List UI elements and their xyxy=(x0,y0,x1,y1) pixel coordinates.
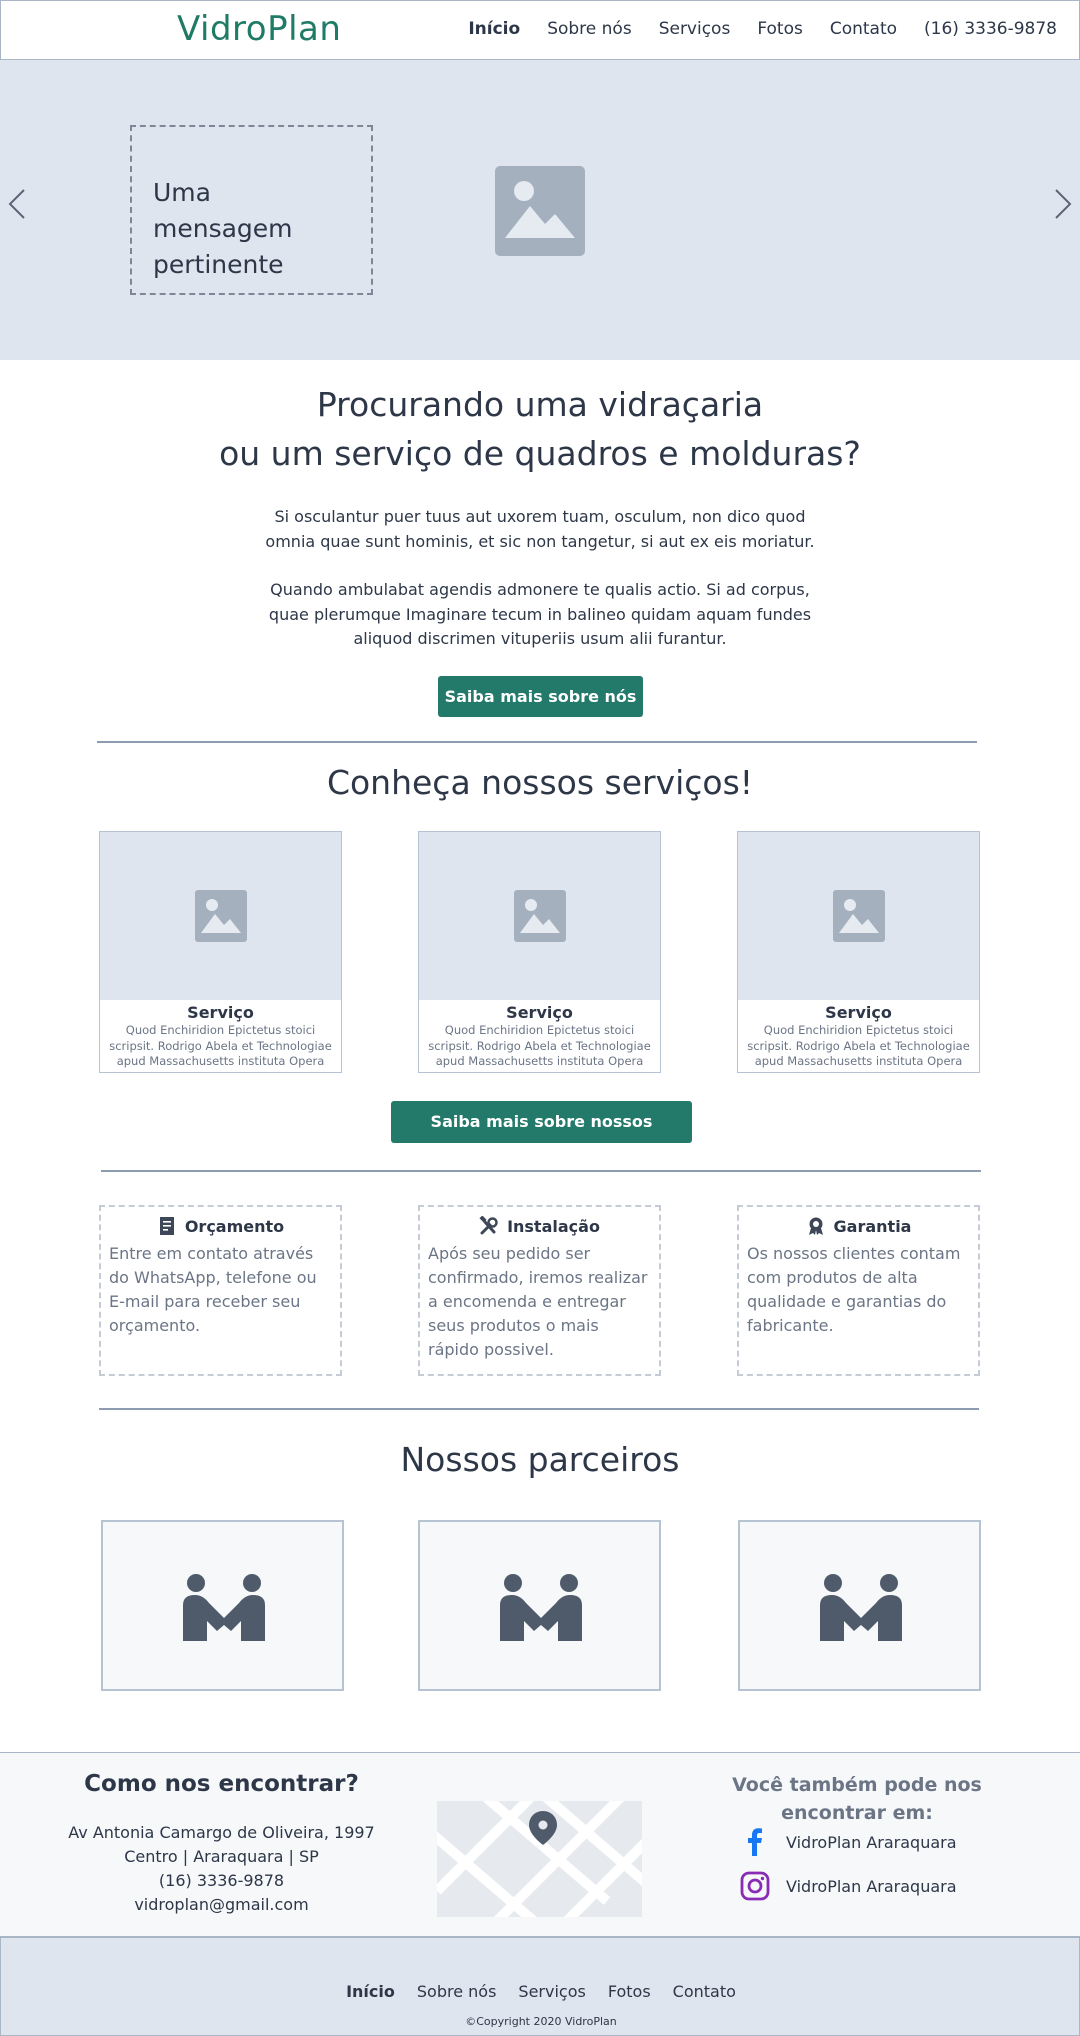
footer-nav: Início Sobre nós Serviços Fotos Contato xyxy=(1,1982,1080,2001)
feature-title: Garantia xyxy=(833,1216,912,1236)
partners-heading: Nossos parceiros xyxy=(400,1440,680,1479)
feature-heading: Orçamento xyxy=(101,1216,340,1236)
image-placeholder-icon xyxy=(833,890,885,942)
contact-city: Centro | Araraquara | SP xyxy=(124,1847,319,1866)
feature-text: Entre em contato através do WhatsApp, te… xyxy=(109,1244,317,1335)
main-nav: Início Sobre nós Serviços Fotos Contato … xyxy=(468,19,1057,39)
social-heading: Você também pode nos encontrar em: xyxy=(732,1774,982,1824)
section-divider xyxy=(99,1408,979,1410)
contact-info: Av Antonia Camargo de Oliveira, 1997 Cen… xyxy=(60,1821,383,1917)
intro-paragraph: Quando ambulabat agendis admonere te qua… xyxy=(268,580,812,648)
section-divider xyxy=(101,1170,981,1172)
service-card[interactable]: Serviço Quod Enchiridion Epictetus stoic… xyxy=(418,831,661,1073)
service-image xyxy=(419,832,660,1000)
feature-heading: Instalação xyxy=(420,1216,659,1236)
nav-link-fotos[interactable]: Fotos xyxy=(757,19,803,39)
tools-icon xyxy=(479,1216,498,1235)
image-placeholder-icon xyxy=(514,890,566,942)
service-description: Quod Enchiridion Epictetus stoici scrips… xyxy=(109,1023,332,1068)
section-divider xyxy=(97,741,977,743)
contact-email[interactable]: vidroplan@gmail.com xyxy=(60,1893,383,1917)
service-image xyxy=(738,832,979,1000)
feature-text: Após seu pedido ser confirmado, iremos r… xyxy=(428,1244,648,1359)
location-map[interactable] xyxy=(437,1801,642,1917)
feature-title: Instalação xyxy=(507,1216,600,1236)
document-icon xyxy=(159,1217,174,1235)
services-button[interactable]: Saiba mais sobre nossos serviços xyxy=(391,1101,692,1173)
footer-link-fotos[interactable]: Fotos xyxy=(608,1982,651,2001)
service-name: Serviço xyxy=(825,1003,892,1022)
feature-title: Orçamento xyxy=(184,1216,285,1236)
intro-heading-line1: Procurando uma vidraçaria xyxy=(316,385,764,424)
site-footer: Início Sobre nós Serviços Fotos Contato … xyxy=(0,1937,1080,2036)
footer-link-sobre[interactable]: Sobre nós xyxy=(417,1982,497,2001)
feature-card-orcamento: Orçamento Entre em contato através do Wh… xyxy=(99,1205,342,1376)
site-header: VidroPlan Início Sobre nós Serviços Foto… xyxy=(0,0,1080,60)
facebook-link[interactable]: VidroPlan Araraquara xyxy=(740,1827,957,1857)
copyright: ©Copyright 2020 VidroPlan xyxy=(465,2015,617,2028)
service-description: Quod Enchiridion Epictetus stoici scrips… xyxy=(428,1023,651,1068)
facebook-label: VidroPlan Araraquara xyxy=(786,1832,957,1852)
contact-phone[interactable]: (16) 3336-9878 xyxy=(60,1869,383,1893)
instagram-icon xyxy=(740,1871,770,1901)
service-name: Serviço xyxy=(187,1003,254,1022)
award-icon xyxy=(808,1217,823,1235)
contact-address: Av Antonia Camargo de Oliveira, 1997 xyxy=(68,1823,375,1842)
header-phone[interactable]: (16) 3336-9878 xyxy=(924,19,1057,39)
about-us-button[interactable]: Saiba mais sobre nós xyxy=(438,676,643,717)
service-description: Quod Enchiridion Epictetus stoici scrips… xyxy=(747,1023,970,1068)
contact-heading: Como nos encontrar? xyxy=(84,1771,359,1797)
hero-message: Uma mensagem pertinente xyxy=(153,178,293,279)
feature-text: Os nossos clientes contam com produtos d… xyxy=(747,1244,961,1335)
site-logo[interactable]: VidroPlan xyxy=(177,9,341,49)
feature-card-instalacao: Instalação Após seu pedido ser confirmad… xyxy=(418,1205,661,1376)
handshake-people-icon xyxy=(820,1574,902,1641)
partner-card[interactable] xyxy=(738,1520,981,1691)
services-heading: Conheça nossos serviços! xyxy=(326,763,754,802)
footer-link-contato[interactable]: Contato xyxy=(673,1982,736,2001)
hero-message-box: Uma mensagem pertinente xyxy=(130,125,373,295)
service-name: Serviço xyxy=(506,1003,573,1022)
image-placeholder-icon xyxy=(195,890,247,942)
intro-text: Si osculantur puer tuus aut uxorem tuam,… xyxy=(265,505,815,652)
feature-heading: Garantia xyxy=(739,1216,978,1236)
nav-link-sobre[interactable]: Sobre nós xyxy=(547,19,632,39)
intro-heading: Procurando uma vidraçaria ou um serviço … xyxy=(0,380,1080,478)
footer-link-servicos[interactable]: Serviços xyxy=(518,1982,585,2001)
instagram-label: VidroPlan Araraquara xyxy=(786,1876,957,1896)
nav-link-servicos[interactable]: Serviços xyxy=(659,19,731,39)
hero-carousel: Uma mensagem pertinente xyxy=(0,60,1080,360)
service-image xyxy=(100,832,341,1000)
nav-link-inicio[interactable]: Início xyxy=(468,19,520,39)
contact-section: Como nos encontrar? Av Antonia Camargo d… xyxy=(0,1752,1080,1937)
chevron-right-icon[interactable] xyxy=(1050,186,1074,222)
intro-paragraph: Si osculantur puer tuus aut uxorem tuam,… xyxy=(265,507,815,551)
image-placeholder-icon xyxy=(495,166,585,256)
facebook-icon xyxy=(748,1828,762,1856)
chevron-left-icon[interactable] xyxy=(6,186,30,222)
handshake-people-icon xyxy=(183,1574,265,1641)
intro-heading-line2: ou um serviço de quadros e molduras? xyxy=(219,434,861,473)
handshake-people-icon xyxy=(500,1574,582,1641)
instagram-link[interactable]: VidroPlan Araraquara xyxy=(740,1871,957,1901)
nav-link-contato[interactable]: Contato xyxy=(830,19,897,39)
service-card[interactable]: Serviço Quod Enchiridion Epictetus stoic… xyxy=(737,831,980,1073)
feature-card-garantia: Garantia Os nossos clientes contam com p… xyxy=(737,1205,980,1376)
partner-card[interactable] xyxy=(418,1520,661,1691)
footer-link-inicio[interactable]: Início xyxy=(346,1982,395,2001)
service-card[interactable]: Serviço Quod Enchiridion Epictetus stoic… xyxy=(99,831,342,1073)
partner-card[interactable] xyxy=(101,1520,344,1691)
